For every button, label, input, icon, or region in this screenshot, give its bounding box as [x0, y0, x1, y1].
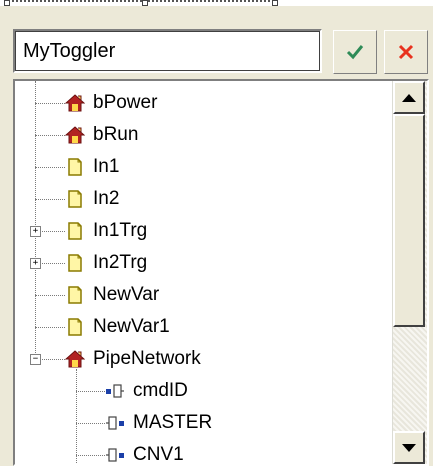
tree-item-label: In2Trg [93, 252, 148, 273]
variable-picker-panel: bPower bRun In1 In2 + In1Trg + In2Trg NewVar NewV… [0, 6, 433, 466]
tree-item-label: CNV1 [133, 444, 184, 464]
variable-tree[interactable]: bPower bRun In1 In2 + In1Trg + In2Trg NewVar NewV… [13, 79, 429, 466]
tree-connector [35, 327, 65, 328]
tree-item[interactable]: In1Trg [87, 215, 147, 247]
vertical-scrollbar[interactable] [392, 81, 427, 464]
tree-item[interactable]: PipeNetwork [87, 343, 201, 375]
variable-icon [65, 189, 85, 209]
output-pin-icon [105, 445, 125, 464]
tree-item[interactable]: MASTER [127, 407, 212, 439]
tree-item[interactable]: NewVar1 [87, 311, 170, 343]
house-icon [64, 125, 86, 145]
tree-connector [35, 81, 36, 359]
tree-item[interactable]: bPower [87, 87, 157, 119]
variable-icon [65, 221, 85, 241]
tree-item-label: In2 [93, 188, 120, 209]
x-close-icon [398, 44, 414, 60]
input-pin-icon [105, 381, 125, 401]
tree-item[interactable]: CNV1 [127, 439, 184, 464]
tree-connector [35, 103, 65, 104]
tree-connector [35, 167, 65, 168]
variable-icon [65, 253, 85, 273]
tree-item-label: MASTER [133, 412, 213, 433]
tree-item-label: cmdID [133, 380, 188, 401]
expand-toggle-icon[interactable]: + [30, 226, 41, 237]
tree-item-label: NewVar1 [93, 316, 170, 337]
tree-item[interactable]: bRun [87, 119, 138, 151]
tree-content: bPower bRun In1 In2 + In1Trg + In2Trg NewVar NewV… [15, 81, 393, 464]
variable-icon [65, 157, 85, 177]
ok-button[interactable] [333, 30, 377, 74]
tree-item-label: NewVar [93, 284, 160, 305]
tree-connector [76, 391, 105, 392]
scroll-thumb[interactable] [393, 114, 425, 327]
tree-connector [35, 199, 65, 200]
tree-item-label: In1Trg [93, 220, 148, 241]
checkmark-icon [346, 45, 364, 60]
expand-toggle-icon[interactable]: − [30, 354, 41, 365]
scroll-down-button[interactable] [393, 431, 425, 464]
tree-item-label: PipeNetwork [93, 348, 201, 369]
name-input[interactable] [13, 29, 322, 73]
house-icon [64, 93, 86, 113]
tree-item[interactable]: In2Trg [87, 247, 147, 279]
tree-connector [76, 455, 105, 456]
tree-item-label: bPower [93, 92, 158, 113]
expand-toggle-icon[interactable]: + [30, 258, 41, 269]
tree-connector [76, 369, 77, 464]
variable-icon [65, 285, 85, 305]
variable-icon [65, 317, 85, 337]
arrow-down-icon [402, 443, 416, 452]
tree-connector [76, 423, 105, 424]
tree-item-label: bRun [93, 124, 139, 145]
scroll-up-button[interactable] [393, 81, 425, 114]
cancel-button[interactable] [384, 30, 428, 74]
tree-item[interactable]: In2 [87, 183, 119, 215]
tree-item[interactable]: cmdID [127, 375, 188, 407]
arrow-up-icon [402, 93, 416, 102]
tree-connector [35, 135, 65, 136]
house-icon [64, 349, 86, 369]
tree-item[interactable]: In1 [87, 151, 119, 183]
tree-item[interactable]: NewVar [87, 279, 159, 311]
output-pin-icon [105, 413, 125, 433]
tree-connector [35, 295, 65, 296]
tree-item-label: In1 [93, 156, 120, 177]
